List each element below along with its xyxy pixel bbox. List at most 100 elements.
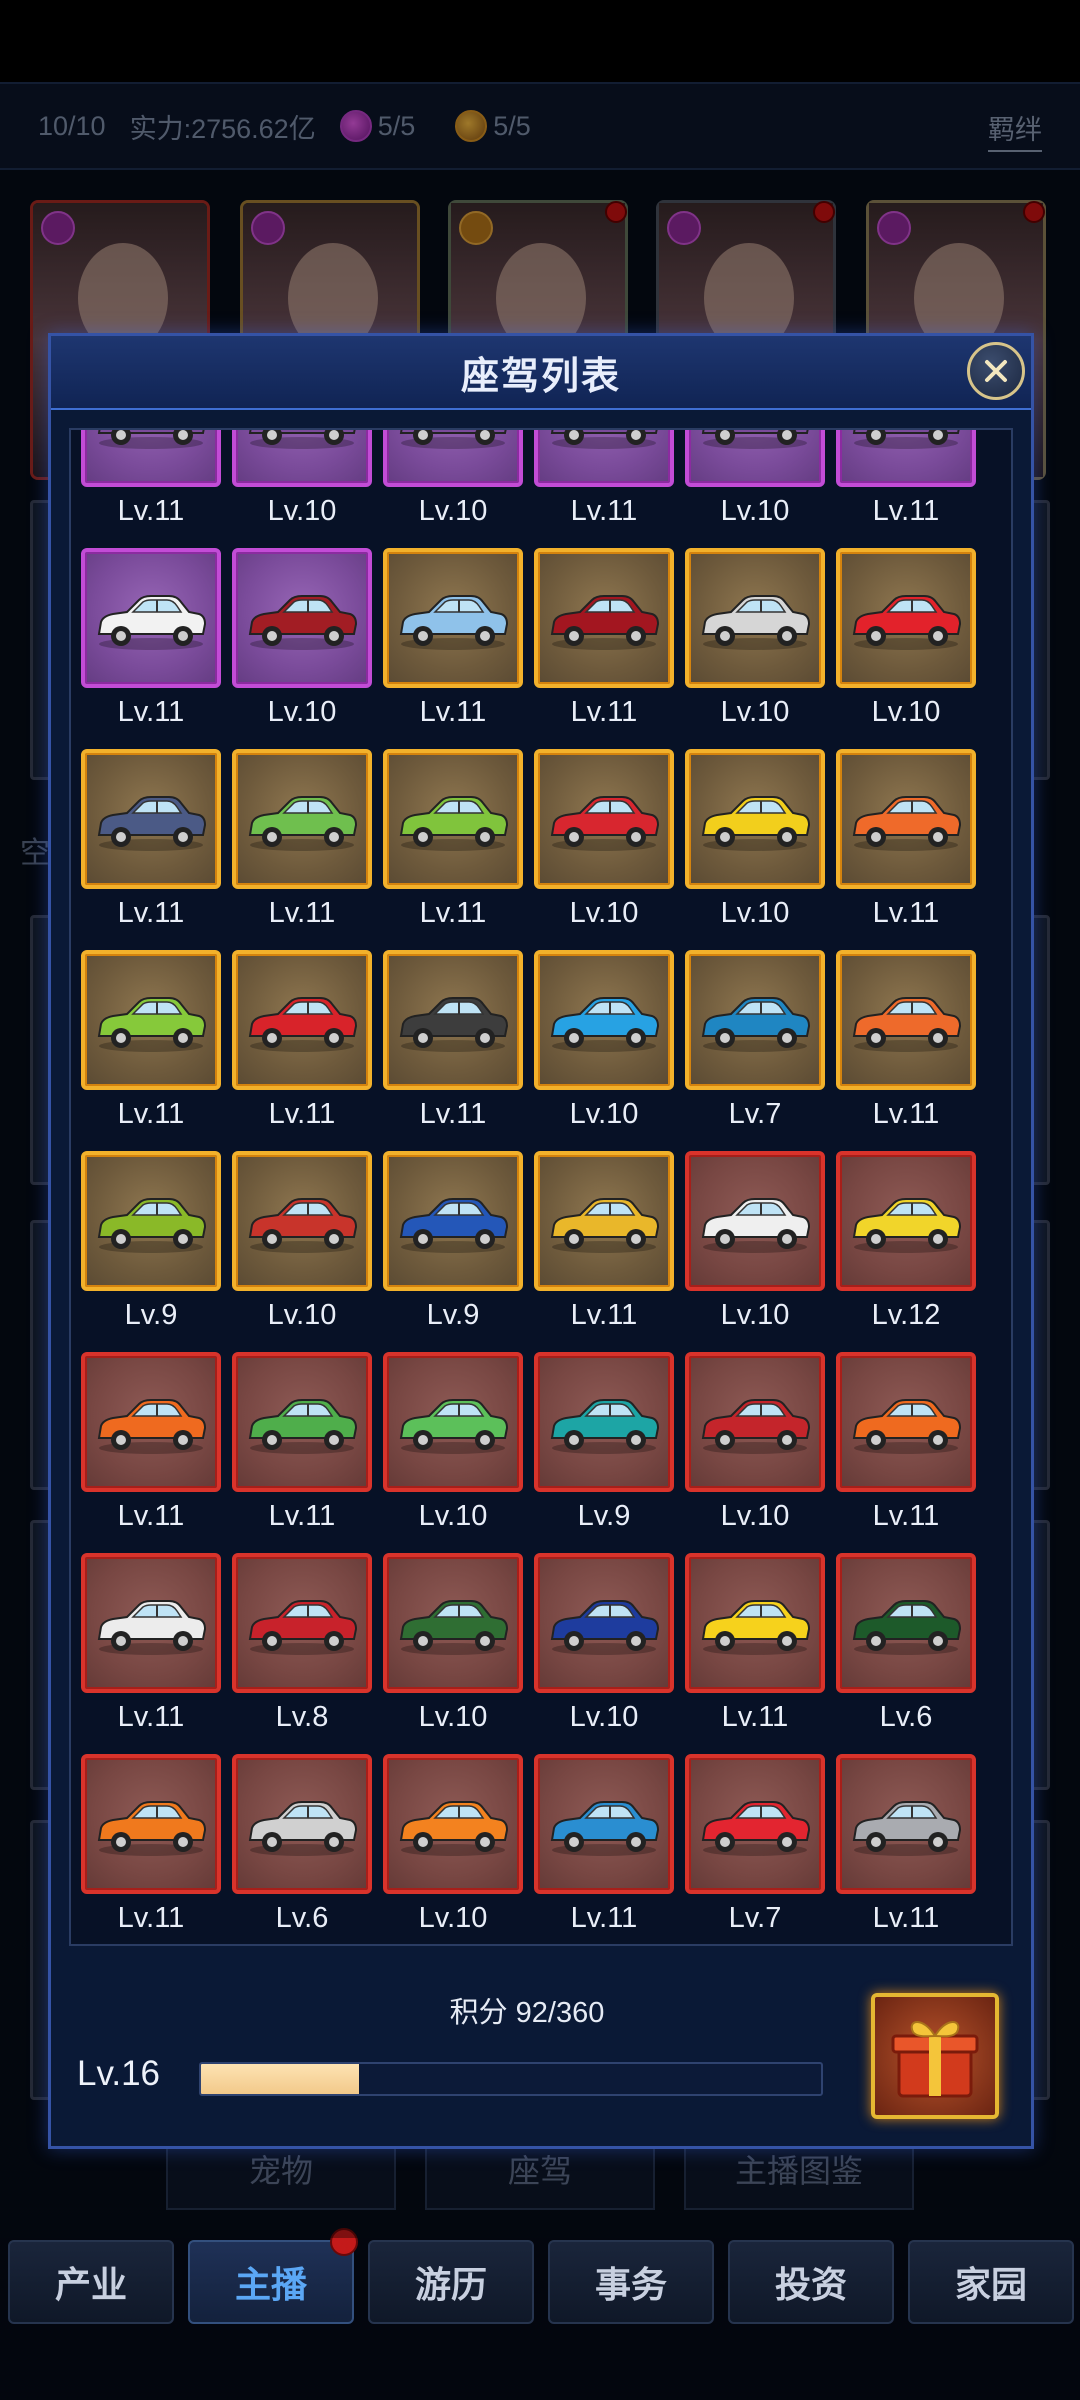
close-button[interactable]: [967, 342, 1025, 400]
vehicle-tile[interactable]: [232, 1352, 372, 1492]
vehicle-tile[interactable]: [383, 430, 523, 487]
vehicle-tile[interactable]: [232, 950, 372, 1090]
nav-home[interactable]: 家园: [908, 2240, 1074, 2324]
vehicle-tile[interactable]: [383, 548, 523, 688]
car-icon: [550, 796, 660, 851]
vehicle-tile[interactable]: [836, 1151, 976, 1291]
vehicle-tile[interactable]: [81, 1553, 221, 1693]
car-icon: [852, 1399, 962, 1454]
vehicle-list-dialog: 座驾列表 Lv.11 Lv.10 Lv.10 Lv.11 Lv.10 Lv.11 Lv.11…: [48, 333, 1034, 2149]
vehicle-level: Lv.10: [267, 1299, 337, 1331]
progress-fill: [201, 2064, 360, 2094]
car-icon: [852, 997, 962, 1052]
vehicle-tile[interactable]: [81, 1151, 221, 1291]
vehicle-tile[interactable]: [383, 1553, 523, 1693]
vehicle-tile[interactable]: [836, 1754, 976, 1894]
car-icon: [399, 1600, 509, 1655]
vehicle-tile[interactable]: [685, 1151, 825, 1291]
vehicle-level: Lv.10: [720, 1299, 790, 1331]
vehicle-tile[interactable]: [81, 1352, 221, 1492]
vehicle-tile[interactable]: [232, 1553, 372, 1693]
vehicle-level: Lv.10: [418, 1500, 488, 1532]
car-icon: [701, 1801, 811, 1856]
vehicle-tile[interactable]: [534, 1151, 674, 1291]
vehicle-tile[interactable]: [685, 749, 825, 889]
nav-affairs[interactable]: 事务: [548, 2240, 714, 2324]
car-icon: [248, 430, 356, 449]
vehicle-tile[interactable]: [685, 430, 825, 487]
vehicle-level: Lv.7: [728, 1902, 782, 1934]
vehicle-tile[interactable]: [534, 950, 674, 1090]
car-icon: [399, 430, 507, 449]
vehicle-level: Lv.11: [117, 495, 185, 527]
vehicle-level: Lv.10: [418, 1902, 488, 1934]
vehicle-tile[interactable]: [232, 1151, 372, 1291]
car-icon: [399, 595, 509, 650]
vehicle-tile[interactable]: [685, 1754, 825, 1894]
reward-gift-button[interactable]: [871, 1993, 999, 2119]
vehicle-tile[interactable]: [232, 548, 372, 688]
vehicle-tile[interactable]: [383, 1151, 523, 1291]
vehicle-level: Lv.9: [577, 1500, 631, 1532]
nav-travel[interactable]: 游历: [368, 2240, 534, 2324]
vehicle-level: Lv.11: [268, 1098, 336, 1130]
vehicle-tile[interactable]: [383, 1352, 523, 1492]
vehicle-tile[interactable]: [534, 749, 674, 889]
vehicle-tile[interactable]: [836, 1352, 976, 1492]
vehicle-level: Lv.11: [872, 495, 940, 527]
vehicle-level: Lv.9: [426, 1299, 480, 1331]
bottom-nav: 产业 主播 游历 事务 投资 家园: [0, 2228, 1080, 2400]
vehicle-tile[interactable]: [836, 548, 976, 688]
vehicle-tile[interactable]: [685, 1553, 825, 1693]
vehicle-tile[interactable]: [81, 430, 221, 487]
car-icon: [550, 1801, 660, 1856]
vehicle-level: Lv.11: [872, 1098, 940, 1130]
vehicle-tile[interactable]: [685, 1352, 825, 1492]
vehicle-tile[interactable]: [232, 1754, 372, 1894]
vehicle-tile[interactable]: [81, 1754, 221, 1894]
vehicle-tile[interactable]: [685, 950, 825, 1090]
car-icon: [852, 1801, 962, 1856]
vehicle-level: Lv.11: [419, 696, 487, 728]
vehicle-level: Lv.10: [569, 897, 639, 929]
car-icon: [399, 997, 509, 1052]
vehicle-tile[interactable]: [81, 950, 221, 1090]
vehicle-tile[interactable]: [836, 1553, 976, 1693]
vehicle-tile[interactable]: [383, 749, 523, 889]
vehicle-level: Lv.11: [268, 1500, 336, 1532]
vehicle-tile[interactable]: [836, 950, 976, 1090]
vehicle-tile[interactable]: [534, 430, 674, 487]
vehicle-tile[interactable]: [232, 749, 372, 889]
vehicle-tile[interactable]: [836, 749, 976, 889]
vehicle-level: Lv.10: [720, 696, 790, 728]
gift-box-icon: [891, 2021, 979, 2098]
vehicle-level: Lv.6: [275, 1902, 329, 1934]
car-icon: [852, 796, 962, 851]
vehicle-tile[interactable]: [534, 1352, 674, 1492]
vehicle-tile[interactable]: [232, 430, 372, 487]
vehicle-tile[interactable]: [81, 749, 221, 889]
nav-industry[interactable]: 产业: [8, 2240, 174, 2324]
vehicle-level: Lv.11: [872, 897, 940, 929]
vehicle-tile[interactable]: [81, 548, 221, 688]
car-icon: [852, 430, 960, 449]
vehicle-grid-scroll[interactable]: Lv.11 Lv.10 Lv.10 Lv.11 Lv.10 Lv.11 Lv.11 Lv.10…: [69, 428, 1013, 1946]
car-icon: [701, 1600, 811, 1655]
vehicle-tile[interactable]: [383, 950, 523, 1090]
vehicle-tile[interactable]: [836, 430, 976, 487]
vehicle-level: Lv.10: [418, 1701, 488, 1733]
nav-host[interactable]: 主播: [188, 2240, 354, 2324]
nav-invest[interactable]: 投资: [728, 2240, 894, 2324]
car-icon: [399, 796, 509, 851]
vehicle-tile[interactable]: [534, 1553, 674, 1693]
vehicle-tile[interactable]: [685, 548, 825, 688]
vehicle-tile[interactable]: [534, 1754, 674, 1894]
vehicle-level: Lv.8: [275, 1701, 329, 1733]
dialog-title: 座驾列表: [460, 355, 621, 398]
vehicle-tile[interactable]: [534, 548, 674, 688]
car-icon: [97, 430, 205, 449]
vehicle-level: Lv.11: [872, 1500, 940, 1532]
vehicle-tile[interactable]: [383, 1754, 523, 1894]
car-icon: [97, 595, 207, 650]
vehicle-level: Lv.12: [871, 1299, 941, 1331]
